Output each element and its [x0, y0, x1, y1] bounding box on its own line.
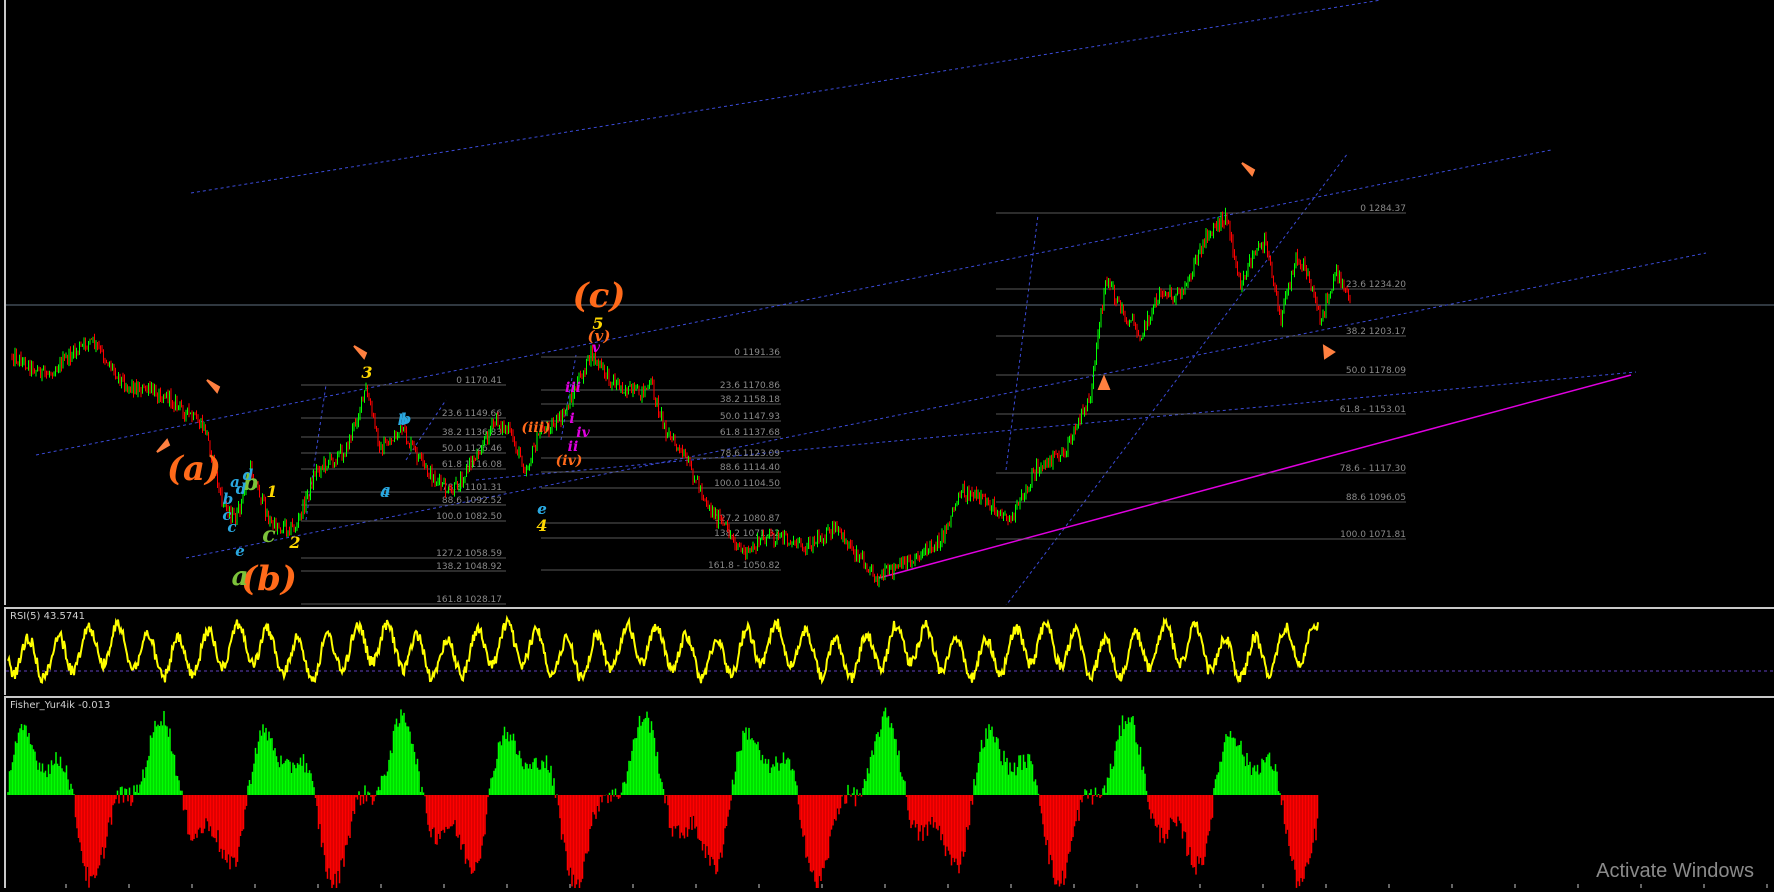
wave-label: a: [381, 481, 391, 499]
wave-label: iii: [565, 380, 581, 396]
price-bars: [11, 207, 1351, 588]
fib-level-label: 161.8 - 1050.82: [708, 561, 780, 571]
steep-channel-line-3: [560, 354, 577, 441]
fisher-chart: [7, 707, 1768, 888]
fib-level-label: 38.2 1203.17: [1346, 327, 1406, 337]
fisher-label: Fisher_Yur4ik -0.013: [10, 700, 111, 711]
steep-channel-line-1: [1005, 214, 1039, 471]
wave-label: a: [232, 562, 249, 592]
wave-label: iv: [576, 425, 590, 441]
rsi-line: [7, 614, 1319, 685]
fib-level-label: 23.6 1234.20: [1346, 280, 1406, 290]
fib-level-label: 38.2 1136.83: [442, 428, 502, 438]
wave-label: (iv): [556, 453, 583, 469]
wave-label: (b): [241, 559, 297, 599]
fib-level-label: 127.2 1080.87: [714, 514, 780, 524]
channel-line-2: [35, 149, 1552, 456]
arrow-marker-4: [1241, 162, 1256, 177]
wave-label: 4: [536, 516, 547, 535]
rsi-label: RSI(5) 43.5741: [10, 611, 85, 622]
wave-label: 1: [266, 482, 277, 501]
fib-level-label: 50.0 1126.46: [442, 444, 502, 454]
price-chart: 0 1170.41 23.6 1149.66 38.2 1136.83 50.0 11…: [6, 0, 1774, 605]
wave-label: e: [537, 500, 547, 518]
wave-label: 3: [361, 363, 372, 382]
fib-level-label: 50.0 1178.09: [1346, 366, 1406, 376]
fib-level-label: 127.2 1058.59: [436, 549, 502, 559]
wave-label: c: [222, 506, 231, 524]
channel-line-1: [190, 0, 1382, 194]
arrow-marker-3: [353, 345, 368, 360]
wave-label: c: [262, 522, 276, 548]
wave-label: (a): [167, 449, 221, 489]
price-pane[interactable]: 0 1170.41 23.6 1149.66 38.2 1136.83 50.0 11…: [4, 0, 1774, 605]
fib-level-label: 88.6 1096.05: [1346, 493, 1406, 503]
rsi-pane[interactable]: RSI(5) 43.5741: [4, 607, 1774, 695]
wave-label: d: [243, 466, 254, 484]
fib-level-label: 161.8 1028.17: [436, 595, 502, 605]
fib-level-label: 100.0 1071.81: [1340, 530, 1406, 540]
trendline: [878, 374, 1632, 579]
wave-label: b: [401, 410, 412, 428]
fib-level-label: 138.2 1048.92: [436, 562, 502, 572]
chart-window: 0 1170.41 23.6 1149.66 38.2 1136.83 50.0 11…: [0, 0, 1774, 892]
channel-line-3: [185, 252, 1707, 559]
fib-level-label: 23.6 1149.66: [442, 409, 502, 419]
fib-level-label: 0 1191.36: [734, 348, 780, 358]
arrow-marker-5: [1322, 344, 1336, 360]
wave-label: (c): [573, 276, 626, 316]
fib-level-label: 38.2 1158.18: [720, 395, 780, 405]
fib-level-label: 50.0 1147.93: [720, 412, 780, 422]
wave-label: ii: [568, 439, 579, 455]
fisher-histogram: [7, 707, 1319, 888]
fisher-pane[interactable]: Fisher_Yur4ik -0.013: [4, 696, 1774, 888]
fib-level-label: 138.2 1071.32: [714, 529, 780, 539]
fib-level-label: 0 1284.37: [1360, 204, 1406, 214]
arrow-marker-1: [206, 379, 221, 394]
wave-label: e: [235, 542, 245, 560]
arrow-marker-6: [1097, 374, 1111, 390]
fib-level-label: 0 1170.41: [456, 376, 502, 386]
channel-line-5: [1005, 152, 1349, 605]
rsi-chart: [6, 614, 1774, 685]
fib-level-label: 61.8 1137.68: [720, 428, 780, 438]
wave-label: i: [569, 411, 574, 427]
fib-level-label: 78.6 - 1117.30: [1340, 464, 1406, 474]
activate-windows-watermark: Activate Windows: [1596, 860, 1754, 882]
fib-level-label: 61.8 - 1153.01: [1340, 405, 1406, 415]
fib-level-label: 23.6 1170.86: [720, 381, 780, 391]
fib-level-label: 88.6 1114.40: [720, 463, 780, 473]
fib-level-label: 88.6 1092.52: [442, 496, 502, 506]
steep-channel-line-4: [405, 399, 447, 461]
wave-label: (iii): [521, 420, 550, 436]
fib-level-label: 100.0 1104.50: [714, 479, 780, 489]
wave-label: 2: [288, 533, 300, 552]
fib-level-label: 78.6 1101.31: [442, 483, 502, 493]
fib-level-label: 78.6 1123.09: [720, 449, 780, 459]
fib-level-label: 100.0 1082.50: [436, 512, 502, 522]
wave-label: v: [592, 340, 601, 356]
